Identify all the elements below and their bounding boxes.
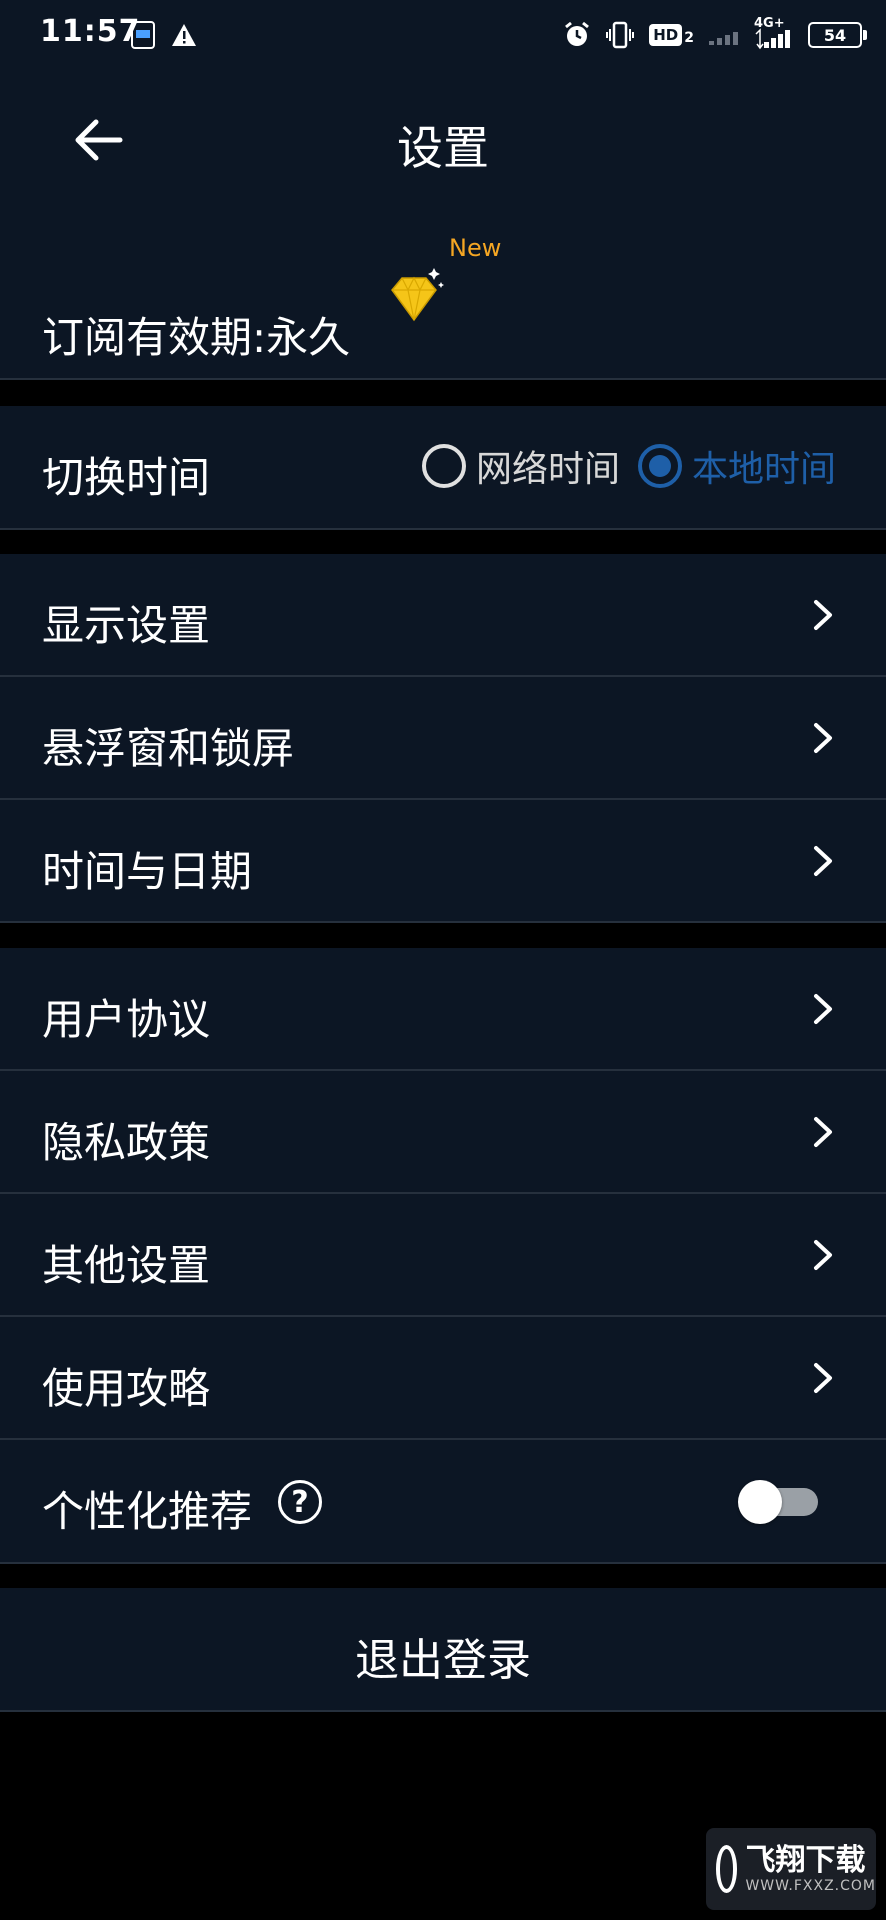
menu-item-label: 显示设置 xyxy=(42,601,211,650)
settings-screen: 11:57 HD 2 4G+ 54 设置 订阅有效期:永久 New 切换时间 网… xyxy=(0,0,886,1920)
alarm-icon xyxy=(565,21,590,46)
chevron-right-icon xyxy=(814,1363,832,1393)
chevron-right-icon xyxy=(814,723,832,753)
menu-item-display-settings[interactable]: 显示设置 xyxy=(0,554,886,677)
row-divider xyxy=(0,528,886,530)
local-time-radio[interactable] xyxy=(637,444,682,488)
clock-app-icon xyxy=(131,21,155,49)
menu-item-label: 用户协议 xyxy=(42,995,211,1044)
status-left-icons xyxy=(130,18,198,52)
battery-level: 54 xyxy=(823,25,847,45)
diamond-icon xyxy=(391,268,444,322)
new-badge: New xyxy=(449,234,502,262)
watermark-logo: 飞翔下载 WWW.FXXZ.COM xyxy=(706,1828,876,1910)
signal-icon xyxy=(709,32,738,45)
status-time: 11:57 xyxy=(40,14,141,49)
chevron-right-icon xyxy=(814,600,832,630)
hd-label: HD xyxy=(649,24,683,46)
watermark-text: 飞翔下载 WWW.FXXZ.COM xyxy=(745,1843,876,1895)
app-header: 设置 xyxy=(0,70,886,210)
network-time-radio[interactable] xyxy=(421,444,466,488)
menu-item-floating-window-lockscreen[interactable]: 悬浮窗和锁屏 xyxy=(0,677,886,800)
personalized-recommendation-row: 个性化推荐 ? xyxy=(0,1440,886,1564)
chevron-right-icon xyxy=(814,846,832,876)
network-time-label[interactable]: 网络时间 xyxy=(476,440,620,492)
menu-item-time-date[interactable]: 时间与日期 xyxy=(0,800,886,923)
personalized-label: 个性化推荐 xyxy=(42,1487,253,1536)
help-icon[interactable]: ? xyxy=(278,1480,322,1524)
menu-item-label: 使用攻略 xyxy=(42,1364,211,1413)
menu-item-label: 其他设置 xyxy=(42,1241,211,1290)
time-switch-label: 切换时间 xyxy=(42,453,211,502)
menu-item-label: 隐私政策 xyxy=(42,1118,211,1167)
status-right-icons: HD 2 4G+ 54 xyxy=(563,16,867,52)
4g-signal-icon: 4G+ xyxy=(754,16,794,50)
chevron-right-icon xyxy=(814,1117,832,1147)
chevron-right-icon xyxy=(814,1240,832,1270)
logout-label: 退出登录 xyxy=(355,1635,531,1686)
watermark-circle-icon xyxy=(716,1845,738,1893)
subscription-label: 订阅有效期:永久 xyxy=(42,313,351,362)
warning-icon xyxy=(172,24,196,46)
toggle-knob xyxy=(738,1480,782,1524)
page-title: 设置 xyxy=(397,121,489,175)
menu-item-other-settings[interactable]: 其他设置 xyxy=(0,1194,886,1317)
menu-item-user-agreement[interactable]: 用户协议 xyxy=(0,948,886,1071)
status-bar: 11:57 HD 2 4G+ 54 xyxy=(0,0,886,70)
vibrate-icon xyxy=(606,21,635,49)
row-divider xyxy=(0,378,886,380)
hd-sub: 2 xyxy=(684,30,694,46)
logout-button[interactable]: 退出登录 xyxy=(0,1588,886,1712)
subscription-row[interactable]: 订阅有效期:永久 New xyxy=(0,208,886,380)
battery-icon: 54 xyxy=(808,22,867,48)
hd-icon: HD 2 xyxy=(649,24,694,46)
watermark-main: 飞翔下载 xyxy=(745,1843,866,1878)
time-switch-row: 切换时间 网络时间 本地时间 xyxy=(0,406,886,530)
menu-item-label: 时间与日期 xyxy=(42,847,253,896)
help-glyph: ? xyxy=(291,1484,309,1520)
watermark-sub: WWW.FXXZ.COM xyxy=(745,1878,876,1894)
menu-item-privacy-policy[interactable]: 隐私政策 xyxy=(0,1071,886,1194)
time-source-radio-group: 网络时间 本地时间 xyxy=(421,436,836,496)
personalized-toggle[interactable] xyxy=(738,1480,818,1524)
chevron-right-icon xyxy=(814,994,832,1024)
row-divider xyxy=(0,921,886,923)
menu-item-label: 悬浮窗和锁屏 xyxy=(42,724,295,773)
local-time-label[interactable]: 本地时间 xyxy=(692,440,836,492)
menu-item-usage-guide[interactable]: 使用攻略 xyxy=(0,1317,886,1440)
row-divider xyxy=(0,1562,886,1564)
